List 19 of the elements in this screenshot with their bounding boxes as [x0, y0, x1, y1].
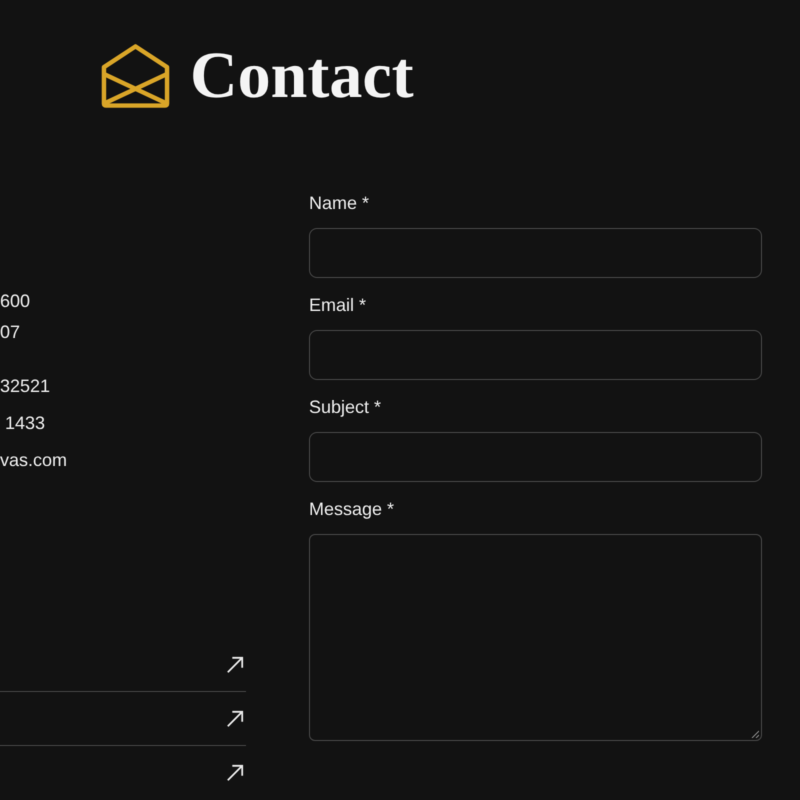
arrow-icon[interactable]: [226, 710, 244, 728]
field-label: Email *: [309, 294, 368, 316]
contact-text: 600: [0, 290, 32, 312]
input-field[interactable]: [309, 228, 762, 278]
resize-handle-icon[interactable]: [751, 730, 759, 738]
input-field[interactable]: [309, 432, 762, 482]
input-field[interactable]: [309, 330, 762, 380]
arrow-icon[interactable]: [226, 764, 244, 782]
contact-text: vas.com: [0, 449, 68, 471]
envelope-icon: [101, 42, 170, 108]
contact-text: 1433: [4, 412, 46, 434]
field-label: Subject *: [309, 396, 382, 418]
contact-text: 07: [0, 321, 22, 343]
message-field[interactable]: [309, 534, 762, 741]
contact-text: 32521: [0, 375, 52, 397]
arrow-icon[interactable]: [226, 656, 244, 674]
field-label: Name *: [309, 192, 370, 214]
field-label: Message *: [309, 498, 396, 520]
page-title: Contact: [190, 42, 414, 108]
